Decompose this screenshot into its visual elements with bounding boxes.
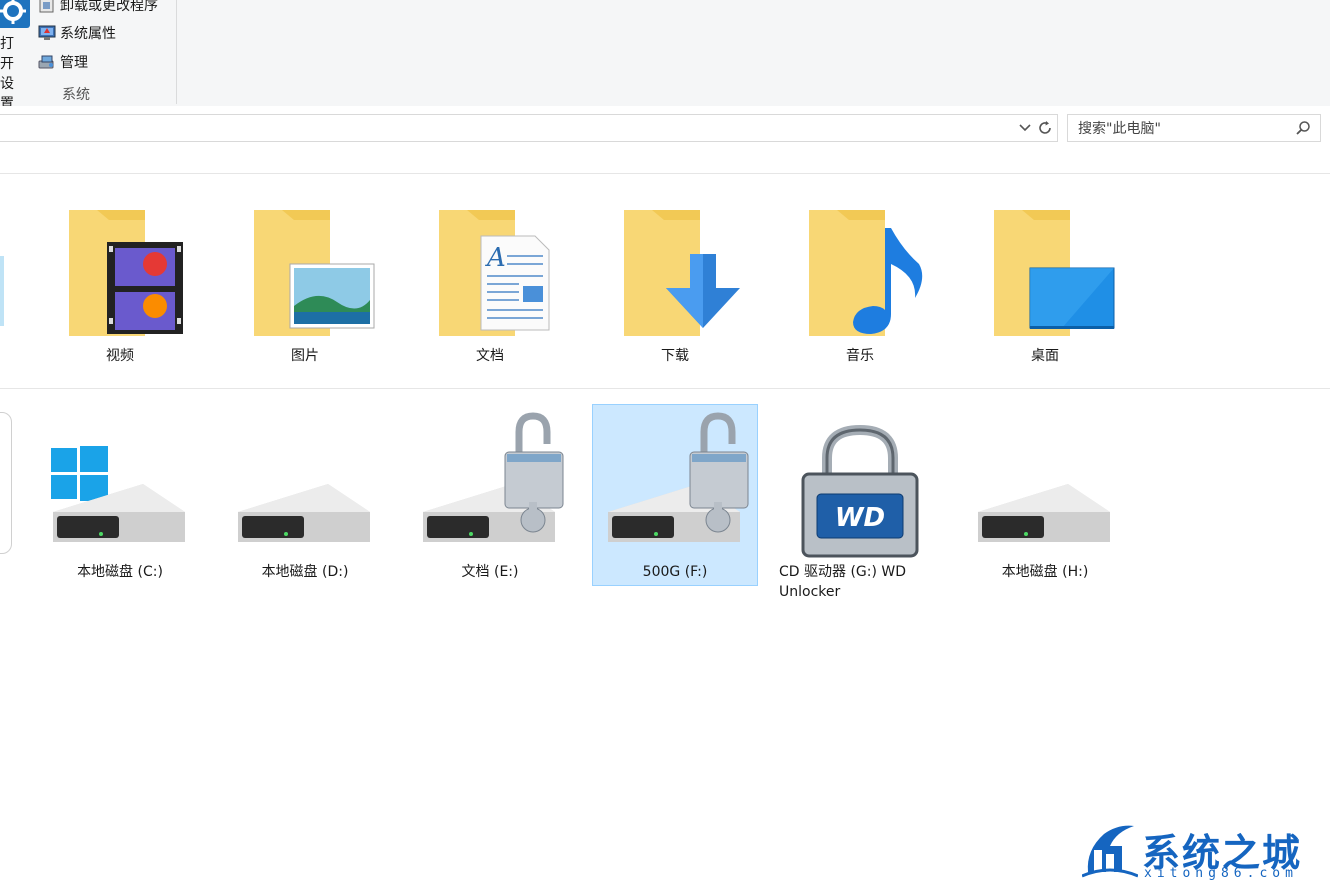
drive-label-line1: CD 驱动器 (G:) WD	[779, 564, 907, 580]
chevron-down-icon[interactable]	[1017, 119, 1033, 137]
section-divider	[0, 173, 1330, 174]
system-properties-button[interactable]: 系统属性	[38, 22, 116, 44]
partial-item-edge	[0, 412, 12, 554]
folder-pictures[interactable]: 图片	[222, 198, 388, 378]
locked-drive-icon	[423, 412, 564, 542]
drive-icon	[238, 484, 370, 542]
drive-h[interactable]: 本地磁盘 (H:)	[962, 404, 1128, 586]
locked-drive-icon	[608, 412, 749, 542]
ribbon: 打开设置 卸载或更改程序 系统属性 管理 系统	[0, 0, 1330, 112]
videos-folder-icon	[69, 210, 183, 336]
folder-label: 视频	[106, 348, 134, 364]
drive-label-line2: Unlocker	[779, 584, 841, 600]
watermark-subtitle: xitong86.com	[1144, 866, 1298, 881]
drive-e[interactable]: 文档 (E:)	[407, 404, 573, 586]
pictures-folder-icon	[254, 210, 375, 336]
folder-label: 下载	[661, 348, 689, 364]
section-divider	[0, 388, 1330, 389]
drive-label: 文档 (E:)	[461, 564, 519, 580]
gear-icon[interactable]	[0, 0, 30, 28]
drive-g[interactable]: WD CD 驱动器 (G:) WD Unlocker	[777, 404, 943, 604]
watermark-logo-icon	[1082, 825, 1138, 878]
drive-label: 500G (F:)	[642, 564, 708, 580]
address-bar[interactable]	[0, 114, 1058, 142]
downloads-folder-icon	[624, 210, 740, 336]
open-settings-button[interactable]: 打开设置	[0, 34, 26, 114]
folder-music[interactable]: 音乐	[777, 198, 943, 378]
manage-button[interactable]: 管理	[38, 51, 88, 73]
uninstall-label: 卸载或更改程序	[60, 0, 158, 14]
wd-unlocker-icon: WD	[801, 424, 919, 558]
watermark: 系统之城 xitong86.com	[1082, 818, 1322, 882]
system-properties-label: 系统属性	[60, 26, 116, 42]
folder-videos[interactable]: 视频	[37, 198, 203, 378]
uninstall-button[interactable]: 卸载或更改程序	[38, 0, 158, 16]
windows-drive-icon	[51, 446, 185, 542]
system-properties-icon	[38, 25, 56, 40]
svg-text:WD: WD	[835, 503, 885, 533]
refresh-icon[interactable]	[1035, 118, 1055, 138]
ribbon-group-divider	[176, 0, 177, 104]
folder-label: 音乐	[846, 348, 874, 364]
drive-d[interactable]: 本地磁盘 (D:)	[222, 404, 388, 586]
svg-text:A: A	[485, 243, 506, 273]
ribbon-group-label: 系统	[62, 87, 90, 103]
folder-desktop[interactable]: 桌面	[962, 198, 1128, 378]
folder-downloads[interactable]: 下载	[592, 198, 758, 378]
partial-item-edge	[0, 256, 4, 326]
drive-icon	[978, 484, 1110, 542]
folder-documents[interactable]: A 文档	[407, 198, 573, 378]
drive-c[interactable]: 本地磁盘 (C:)	[37, 404, 203, 586]
drive-f[interactable]: 500G (F:)	[592, 404, 758, 586]
drive-label: 本地磁盘 (H:)	[1001, 564, 1089, 580]
search-icon[interactable]	[1294, 119, 1312, 137]
folder-label: 文档	[476, 348, 504, 364]
drive-label: 本地磁盘 (D:)	[261, 564, 349, 580]
search-box[interactable]	[1067, 114, 1321, 142]
desktop-folder-icon	[994, 210, 1115, 336]
address-row	[0, 106, 1330, 150]
folder-label: 图片	[291, 348, 319, 364]
manage-icon	[38, 55, 54, 69]
documents-folder-icon: A	[439, 210, 550, 336]
drive-label: 本地磁盘 (C:)	[77, 564, 163, 580]
search-input[interactable]	[1076, 118, 1290, 140]
uninstall-icon	[39, 0, 54, 13]
manage-label: 管理	[60, 55, 88, 71]
music-folder-icon	[809, 210, 923, 336]
folder-label: 桌面	[1031, 348, 1059, 364]
